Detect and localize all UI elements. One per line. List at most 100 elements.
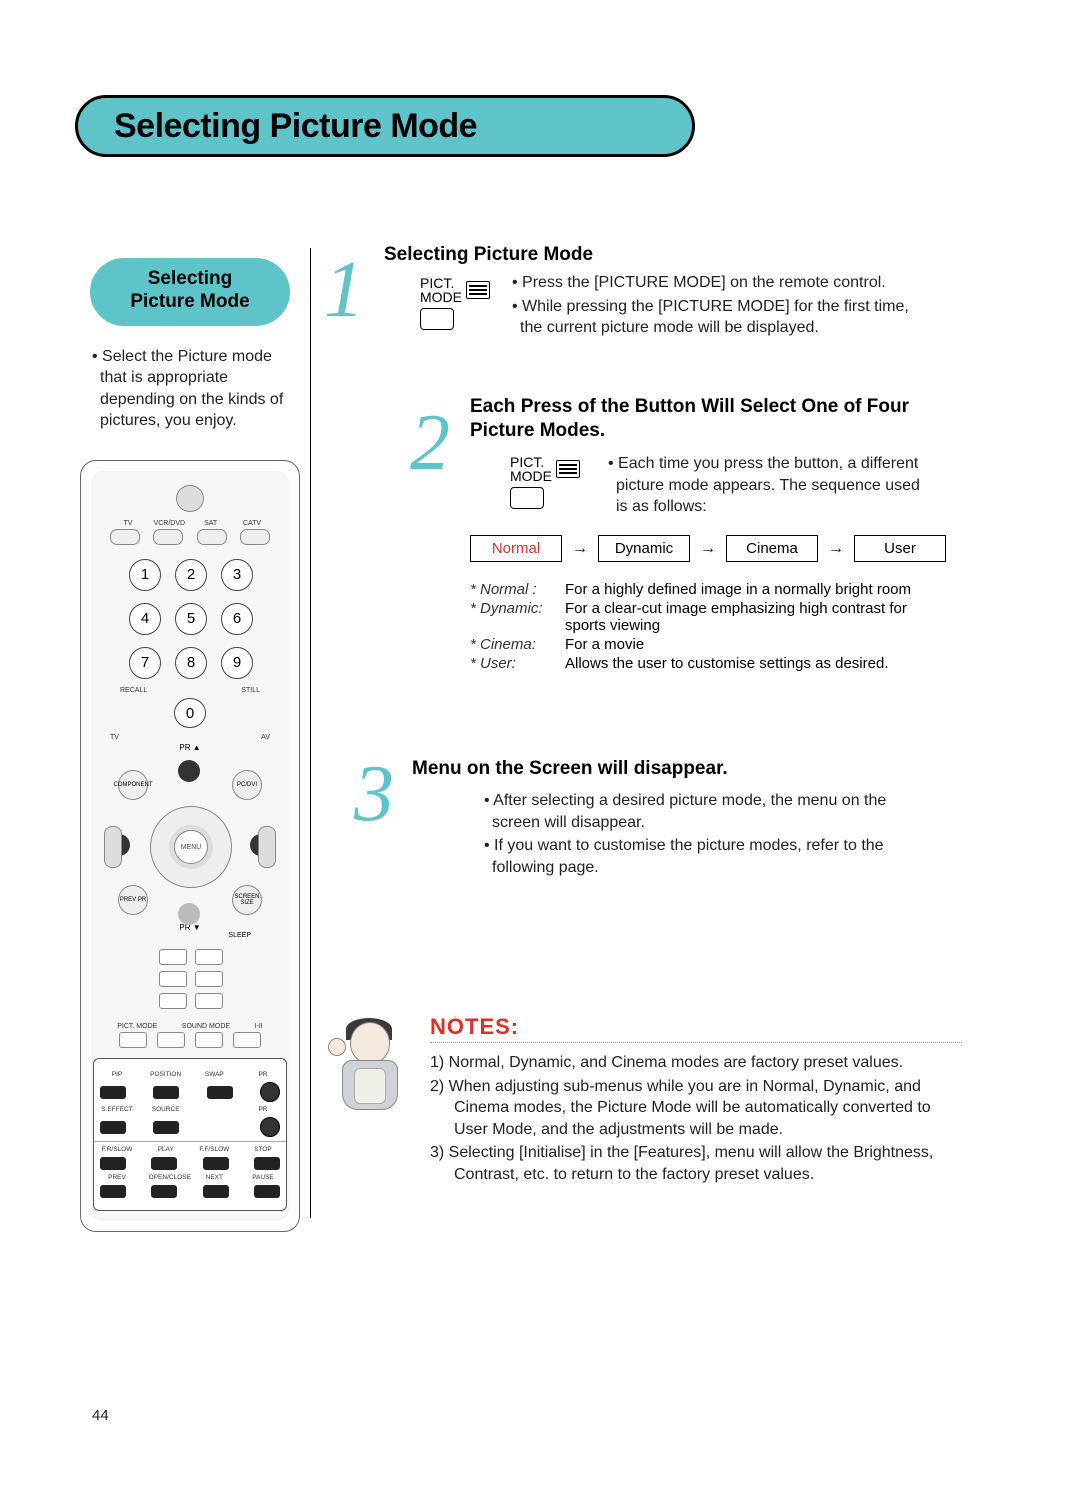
num-1: 1 <box>129 559 161 591</box>
num-4: 4 <box>129 603 161 635</box>
av-label: AV <box>261 734 270 741</box>
mode-definitions: * Normal :For a highly defined image in … <box>470 579 940 674</box>
power-button-icon <box>176 485 204 512</box>
mode-label: MODE <box>510 469 552 483</box>
num-3: 3 <box>221 559 253 591</box>
equalizer-icon <box>556 460 580 478</box>
num-8: 8 <box>175 647 207 679</box>
tv-label: TV <box>110 734 119 741</box>
page-number: 44 <box>92 1407 109 1424</box>
button-rect-icon <box>420 308 454 330</box>
arrow-icon: → <box>828 540 844 558</box>
banner-title: Selecting Picture Mode <box>114 107 477 146</box>
i-ii-label: I-II <box>255 1023 263 1030</box>
src-btn <box>110 529 140 545</box>
notes-divider <box>430 1042 962 1043</box>
src-btn <box>153 529 183 545</box>
mode-normal: Normal <box>470 535 562 562</box>
manual-page: Selecting Picture Mode Selecting Picture… <box>0 0 1080 1498</box>
bottom-btn <box>178 903 200 925</box>
step-number-icon: 3 <box>354 762 394 826</box>
src-catv: CATV <box>234 520 270 527</box>
sleep-label: SLEEP <box>228 932 251 939</box>
step-number-icon: 1 <box>324 258 364 322</box>
mode-label: MODE <box>420 290 462 304</box>
dpad: COMPONENT PC/DVI PREV PR SCREEN SIZE MEN… <box>110 766 270 919</box>
arrow-icon: → <box>700 540 716 558</box>
step3-bullet-2: • If you want to customise the picture m… <box>480 835 930 878</box>
src-vcrdvd: VCR/DVD <box>151 520 187 527</box>
def-term: * User: <box>470 655 565 672</box>
step1-title: Selecting Picture Mode <box>384 244 593 266</box>
pause-label: PAUSE <box>246 1174 280 1181</box>
def-desc: For a movie <box>565 636 940 653</box>
position-label: POSITION <box>149 1071 183 1078</box>
pict-mode-icon: PICT. MODE <box>510 455 588 509</box>
num-2: 2 <box>175 559 207 591</box>
vol-left <box>104 826 122 868</box>
still-label: STILL <box>241 687 260 694</box>
src-tv: TV <box>110 520 146 527</box>
pict-label: PICT. <box>420 276 462 290</box>
src-sat: SAT <box>193 520 229 527</box>
recall-label: RECALL <box>120 687 147 694</box>
sidebar-title-2: Picture Mode <box>130 291 249 312</box>
vol-right <box>258 826 276 868</box>
title-banner: Selecting Picture Mode <box>75 95 695 157</box>
pict-mode-icon: PICT. MODE <box>420 276 498 330</box>
num-6: 6 <box>221 603 253 635</box>
src-btn <box>197 529 227 545</box>
corner-component: COMPONENT <box>118 770 148 800</box>
play-label: PLAY <box>149 1146 183 1153</box>
note-1: 1) Normal, Dynamic, and Cinema modes are… <box>430 1052 950 1074</box>
pr-label-2: PR <box>246 1106 280 1113</box>
sidebar: Selecting Picture Mode • Select the Pict… <box>90 258 290 432</box>
sidebar-bullet: • Select the Picture mode that is approp… <box>90 346 290 432</box>
def-term: * Dynamic: <box>470 600 565 634</box>
mode-user: User <box>854 535 946 562</box>
button-rect-icon <box>510 487 544 509</box>
sidebar-title-1: Selecting <box>148 268 232 289</box>
pict-label: PICT. <box>510 455 552 469</box>
pr-label: PR <box>246 1071 280 1078</box>
swap-label: SWAP <box>197 1071 231 1078</box>
frslow-label: F.R/SLOW <box>100 1146 134 1153</box>
small-grid <box>159 949 221 1009</box>
num-5: 5 <box>175 603 207 635</box>
vertical-divider <box>310 248 311 1218</box>
mode-dynamic: Dynamic <box>598 535 690 562</box>
def-term: * Cinema: <box>470 636 565 653</box>
def-desc: For a highly defined image in a normally… <box>565 581 940 598</box>
num-9: 9 <box>221 647 253 679</box>
pr-up-label: PR ▲ <box>179 743 200 752</box>
num-7: 7 <box>129 647 161 679</box>
corner-pcdvi: PC/DVI <box>232 770 262 800</box>
step1-body: • Press the [PICTURE MODE] on the remote… <box>508 270 928 341</box>
def-term: * Normal : <box>470 581 565 598</box>
numpad: 1 2 3 4 5 6 7 8 9 <box>129 559 251 679</box>
notes-heading: NOTES: <box>430 1014 519 1040</box>
step3-bullet-1: • After selecting a desired picture mode… <box>480 790 930 833</box>
next-label: NEXT <box>197 1174 231 1181</box>
ffslow-label: F.F/SLOW <box>197 1146 231 1153</box>
step1-bullet-1: • Press the [PICTURE MODE] on the remote… <box>508 272 928 294</box>
arrow-icon: → <box>572 540 588 558</box>
step2-bullet-1: • Each time you press the button, a diff… <box>604 453 934 518</box>
notes-body: 1) Normal, Dynamic, and Cinema modes are… <box>430 1050 950 1188</box>
def-desc: For a clear-cut image emphasizing high c… <box>565 600 940 634</box>
sound-mode-label: SOUND MODE <box>182 1023 230 1030</box>
remote-control-illustration: TV VCR/DVD SAT CATV 1 2 3 4 5 6 7 8 9 <box>80 460 300 1232</box>
pr-up-icon <box>260 1082 280 1102</box>
mode-cinema: Cinema <box>726 535 818 562</box>
num-0: 0 <box>174 698 206 729</box>
step-number-icon: 2 <box>410 411 450 475</box>
def-desc: Allows the user to customise settings as… <box>565 655 940 672</box>
src-btn <box>240 529 270 545</box>
mode-sequence-flow: Normal → Dynamic → Cinema → User <box>470 535 946 562</box>
step3-title: Menu on the Screen will disappear. <box>412 758 728 780</box>
note-3: 3) Selecting [Initialise] in the [Featur… <box>430 1142 950 1185</box>
stop-label: STOP <box>246 1146 280 1153</box>
pr-down-icon <box>260 1117 280 1137</box>
corner-prevpr: PREV PR <box>118 885 148 915</box>
note-2: 2) When adjusting sub-menus while you ar… <box>430 1076 950 1141</box>
